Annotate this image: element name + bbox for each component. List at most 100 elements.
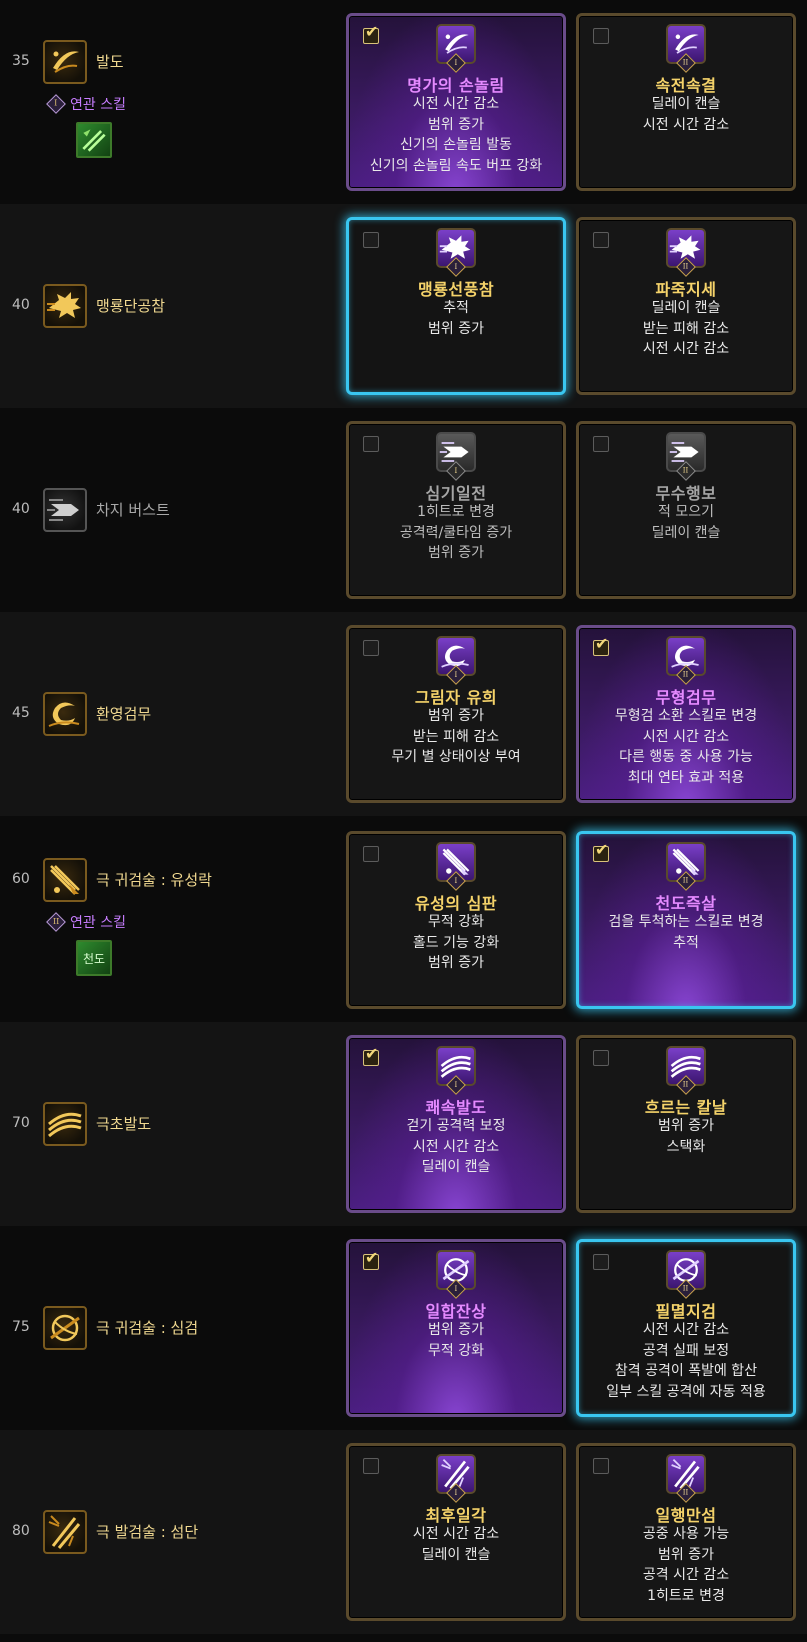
meteor-rune-icon: II bbox=[666, 842, 706, 891]
effect-line: 걷기 공격력 보정 bbox=[406, 1118, 506, 1134]
skill-level: 75 bbox=[12, 1319, 30, 1335]
effect-line: 무적 강화 bbox=[428, 1342, 484, 1359]
effect-list: 범위 증가무적 강화 bbox=[349, 1320, 563, 1361]
heart-sword-icon[interactable] bbox=[43, 1306, 87, 1350]
talisman-option-card[interactable]: ✔ I 명가의 손놀림 시전 시간 감소 범위 증가 신기의 손놀림 발동 신기의 손놀림 … bbox=[346, 13, 566, 191]
talisman-title: 최후일각 bbox=[425, 1506, 487, 1525]
phantom-swirl-icon[interactable] bbox=[43, 692, 87, 736]
swirl-rune-icon: II bbox=[666, 636, 706, 685]
talisman-option-card[interactable]: ✔ II 무형검무 무형검 소환 스킬로 변경 시전 시간 감소 다른 행동 중 사용 가… bbox=[576, 625, 796, 803]
effect-line: 검을 투척하는 스킬로 변경 bbox=[608, 914, 764, 930]
talisman-title: 명가의 손놀림 bbox=[407, 76, 505, 95]
effect-list: 추적 범위 증가 bbox=[349, 298, 563, 339]
meteor-sword-icon[interactable] bbox=[43, 858, 87, 902]
talisman-option-card[interactable]: I 그림자 유희 범위 증가 받는 피해 감소 무기 별 상태이상 부여 bbox=[346, 625, 566, 803]
effect-line: 범위 증가 bbox=[428, 116, 484, 133]
talisman-option-card[interactable]: II 무수행보 적 모으기 딜레이 캔슬 bbox=[576, 421, 796, 599]
swirl-rune-icon: I bbox=[436, 636, 476, 685]
green-sword-icon[interactable] bbox=[76, 122, 112, 158]
charge-burst-rune-icon: II bbox=[666, 432, 706, 481]
effect-list: 걷기 공격력 보정 시전 시간 감소 딜레이 캔슬 bbox=[349, 1116, 563, 1178]
skill-level: 60 bbox=[12, 871, 30, 887]
effect-list: 딜레이 캔슬 받는 피해 감소 시전 시간 감소 bbox=[579, 298, 793, 360]
related-skill-text: 연관 스킬 bbox=[70, 97, 126, 113]
effect-line: 딜레이 캔슬 bbox=[651, 300, 721, 316]
effect-line: 스택화 bbox=[666, 1138, 706, 1155]
select-checkbox[interactable] bbox=[363, 846, 379, 862]
rune-grade-numeral: I bbox=[454, 1488, 458, 1497]
effect-line: 시전 시간 감소 bbox=[642, 728, 730, 745]
effect-line: 딜레이 캔슬 bbox=[651, 96, 721, 112]
effect-line: 무형검 소환 스킬로 변경 bbox=[614, 708, 758, 724]
effect-line: 신기의 손놀림 속도 버프 강화 bbox=[369, 157, 543, 174]
select-checkbox[interactable] bbox=[593, 1458, 609, 1474]
related-icon-glyph: 천도 bbox=[82, 951, 106, 966]
rune-grade-numeral: I bbox=[454, 1284, 458, 1293]
talisman-option-card[interactable]: I 최후일각 시전 시간 감소 딜레이 캔슬 bbox=[346, 1443, 566, 1621]
charge-burst-icon[interactable] bbox=[43, 488, 87, 532]
talisman-option-card[interactable]: II 속전속결 딜레이 캔슬 시전 시간 감소 bbox=[576, 13, 796, 191]
effect-list: 적 모으기 딜레이 캔슬 bbox=[579, 502, 793, 543]
effect-line: 범위 증가 bbox=[428, 320, 484, 337]
effect-line: 무기 별 상태이상 부여 bbox=[391, 749, 521, 765]
skill-info: 70 극초발도 bbox=[0, 1022, 340, 1226]
green-glyph-icon[interactable]: 천도 bbox=[76, 940, 112, 976]
rune-grade-numeral: II bbox=[683, 1488, 689, 1497]
select-checkbox[interactable] bbox=[593, 28, 609, 44]
effect-line: 적 모으기 bbox=[658, 504, 714, 520]
talisman-option-card[interactable]: I 맹룡선풍참 추적 범위 증가 bbox=[346, 217, 566, 395]
effect-line: 1히트로 변경 bbox=[417, 504, 495, 520]
talisman-title: 파죽지세 bbox=[655, 280, 717, 299]
talisman-option-card[interactable]: I 유성의 심판 무적 강화 홀드 기능 강화 범위 증가 bbox=[346, 831, 566, 1009]
skill-row: 75 극 귀검술 : 심검 ✔ I 일합잔상 범위 증가 무적 강화 II 필멸지검 시전 시간 … bbox=[0, 1226, 807, 1430]
select-checkbox[interactable] bbox=[593, 232, 609, 248]
talisman-option-card[interactable]: I 심기일전 1히트로 변경 공격력/쿨타임 증가 범위 증가 bbox=[346, 421, 566, 599]
skill-level: 45 bbox=[12, 705, 30, 721]
rune-grade-numeral: II bbox=[683, 466, 689, 475]
select-checkbox[interactable] bbox=[363, 436, 379, 452]
flash-cut-icon[interactable] bbox=[43, 1510, 87, 1554]
effect-line: 범위 증가 bbox=[428, 708, 484, 724]
select-checkbox[interactable]: ✔ bbox=[363, 1250, 379, 1270]
talisman-option-card[interactable]: ✔ I 쾌속발도 걷기 공격력 보정 시전 시간 감소 딜레이 캔슬 bbox=[346, 1035, 566, 1213]
rune-grade-numeral: II bbox=[683, 876, 689, 885]
talisman-option-card[interactable]: II 필멸지검 시전 시간 감소 공격 실패 보정 참격 공격이 폭발에 합산 일부 스킬… bbox=[576, 1239, 796, 1417]
talisman-option-card[interactable]: II 흐르는 칼날 범위 증가 스택화 bbox=[576, 1035, 796, 1213]
dragon-head-icon[interactable] bbox=[43, 284, 87, 328]
effect-line: 범위 증가 bbox=[428, 1322, 484, 1338]
select-checkbox[interactable] bbox=[593, 436, 609, 452]
select-checkbox[interactable]: ✔ bbox=[363, 1046, 379, 1066]
rune-numeral: II bbox=[52, 916, 60, 926]
select-checkbox[interactable] bbox=[593, 1254, 609, 1270]
select-checkbox[interactable] bbox=[593, 1050, 609, 1066]
triple-slash-rune-icon: I bbox=[436, 1046, 476, 1095]
select-checkbox[interactable]: ✔ bbox=[363, 24, 379, 44]
dragon-rune-icon: II bbox=[666, 228, 706, 277]
crescent-slash-icon[interactable] bbox=[43, 40, 87, 84]
effect-list: 범위 증가 스택화 bbox=[579, 1116, 793, 1157]
triple-slash-icon[interactable] bbox=[43, 1102, 87, 1146]
effect-line: 범위 증가 bbox=[658, 1546, 714, 1563]
effect-list: 검을 투척하는 스킬로 변경 추적 bbox=[579, 912, 793, 953]
flash-cut-rune-icon: II bbox=[666, 1454, 706, 1503]
talisman-title: 쾌속발도 bbox=[425, 1098, 487, 1117]
select-checkbox[interactable] bbox=[363, 640, 379, 656]
select-checkbox[interactable] bbox=[363, 1458, 379, 1474]
talisman-option-card[interactable]: II 일행만섬 공중 사용 가능 범위 증가 공격 시간 감소 1히트로 변경 bbox=[576, 1443, 796, 1621]
effect-line: 신기의 손놀림 발동 bbox=[400, 137, 512, 153]
talisman-option-card[interactable]: ✔ II 천도즉살 검을 투척하는 스킬로 변경 추적 bbox=[576, 831, 796, 1009]
effect-line: 딜레이 캔슬 bbox=[421, 1546, 491, 1563]
talisman-option-card[interactable]: ✔ I 일합잔상 범위 증가 무적 강화 bbox=[346, 1239, 566, 1417]
select-checkbox[interactable]: ✔ bbox=[593, 842, 609, 862]
talisman-option-card[interactable]: II 파죽지세 딜레이 캔슬 받는 피해 감소 시전 시간 감소 bbox=[576, 217, 796, 395]
effect-line: 최대 연타 효과 적용 bbox=[627, 769, 745, 786]
skill-row: 60 극 귀검술 : 유성락 II 연관 스킬 천도 I 유성의 심판 무적 강화 홀드 기능 … bbox=[0, 818, 807, 1022]
effect-list: 딜레이 캔슬 시전 시간 감소 bbox=[579, 94, 793, 135]
skill-name: 극 귀검술 : 심검 bbox=[96, 1319, 199, 1337]
select-checkbox[interactable] bbox=[363, 232, 379, 248]
rune-numeral: I bbox=[54, 98, 58, 108]
checkmark-icon: ✔ bbox=[365, 1248, 379, 1267]
select-checkbox[interactable]: ✔ bbox=[593, 636, 609, 656]
related-skill-label: II 연관 스킬 bbox=[46, 912, 126, 932]
charge-burst-rune-icon: I bbox=[436, 432, 476, 481]
